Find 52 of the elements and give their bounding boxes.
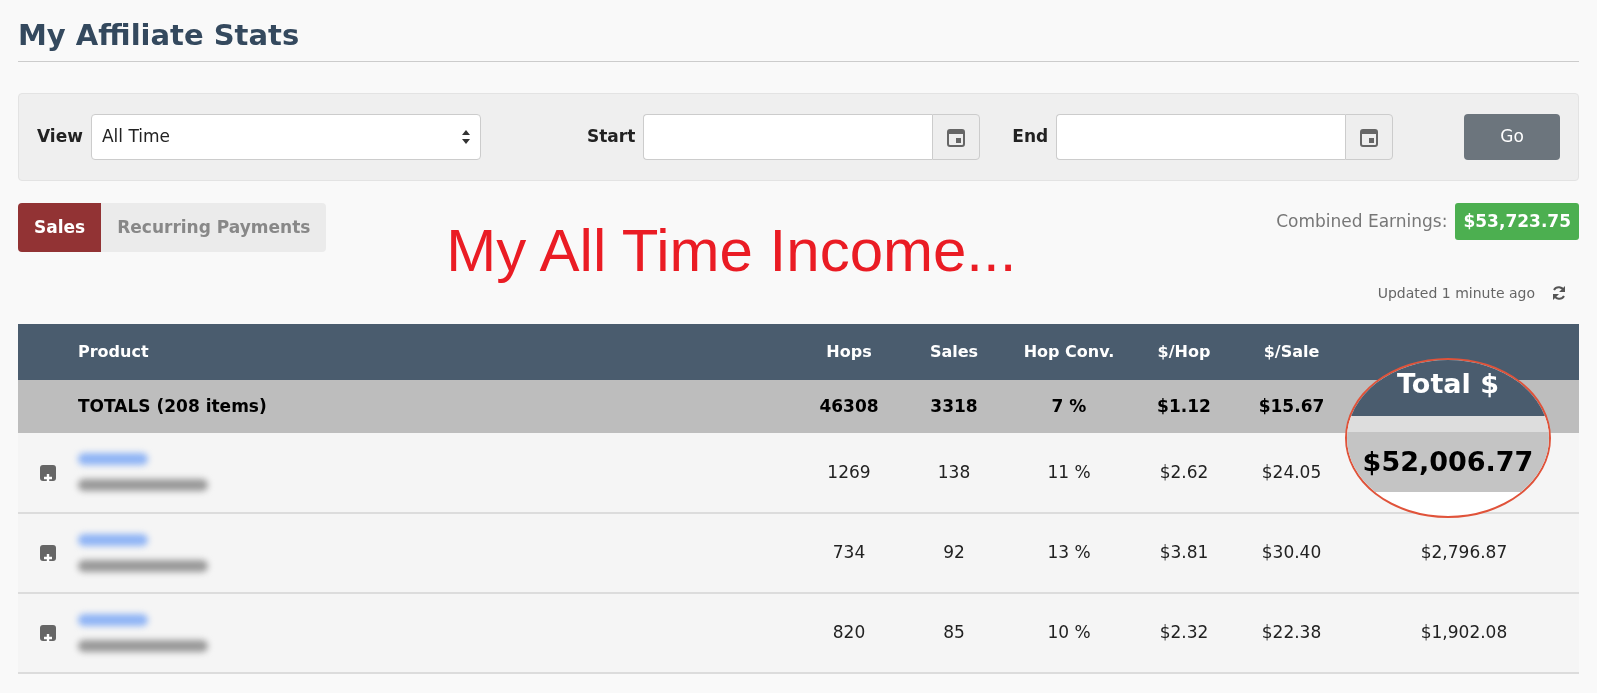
column-header: Hops (794, 323, 904, 380)
table-cell: $1.12 (1134, 379, 1234, 433)
expand-icon[interactable] (40, 625, 56, 642)
table-cell: $2.32 (1134, 592, 1234, 673)
expand-icon[interactable] (40, 464, 56, 481)
date-label: Start (586, 125, 636, 149)
column-header: Hop Conv. (1004, 323, 1134, 380)
view-select[interactable]: All Time (90, 113, 481, 160)
expand-icon[interactable] (40, 545, 56, 562)
table-cell: 734 (794, 512, 904, 593)
table-cell: $24.05 (1234, 432, 1349, 513)
page-title: My Affiliate Stats (18, 0, 1579, 62)
tab[interactable]: Sales (18, 202, 102, 253)
table-cell: $3.81 (1134, 512, 1234, 593)
table-cell: 1269 (794, 432, 904, 513)
updated-text: Updated 1 minute ago (1377, 283, 1535, 303)
sort-arrows-icon (461, 129, 470, 144)
totals-label: TOTALS (208 items) (78, 379, 794, 433)
table-cell: $15.67 (1234, 379, 1349, 433)
go-button[interactable]: Go (1464, 113, 1560, 160)
date-input-field[interactable] (1056, 113, 1346, 160)
calendar-button[interactable] (932, 113, 981, 160)
table-cell: 85 (904, 592, 1004, 673)
column-header: Sales (904, 323, 1004, 380)
table-cell: $1,902.08 (1349, 592, 1579, 673)
table-cell: 3318 (904, 379, 1004, 433)
view-label: View (37, 125, 83, 149)
table-cell: $2.62 (1134, 432, 1234, 513)
table-cell: $30.40 (1234, 512, 1349, 593)
calendar-icon (1360, 126, 1379, 147)
date-input-field[interactable] (643, 113, 933, 160)
column-header: $/Hop (1134, 323, 1234, 380)
table-cell: 820 (794, 592, 904, 673)
table-cell: 46308 (794, 379, 904, 433)
date-label: End (1012, 125, 1049, 149)
table-cell: 11 % (1004, 432, 1134, 513)
table-cell: 92 (904, 512, 1004, 593)
table-cell: 10 % (1004, 592, 1134, 673)
table-cell: $2,796.87 (1349, 512, 1579, 593)
table-cell: 13 % (1004, 512, 1134, 593)
magnified-total: $52,006.77 (1347, 432, 1549, 492)
calendar-button[interactable] (1345, 113, 1394, 160)
table-cell: 7 % (1004, 379, 1134, 433)
calendar-icon (947, 126, 966, 147)
earnings-value: $53,723.75 (1455, 202, 1579, 241)
column-header: $/Sale (1234, 323, 1349, 380)
refresh-icon[interactable] (1551, 285, 1567, 302)
earnings-label: Combined Earnings: (1276, 209, 1448, 233)
table-cell: $22.38 (1234, 592, 1349, 673)
annotation-text: My All Time Income... (446, 220, 1017, 281)
column-header: Product (78, 323, 794, 380)
table-cell: 138 (904, 432, 1004, 513)
